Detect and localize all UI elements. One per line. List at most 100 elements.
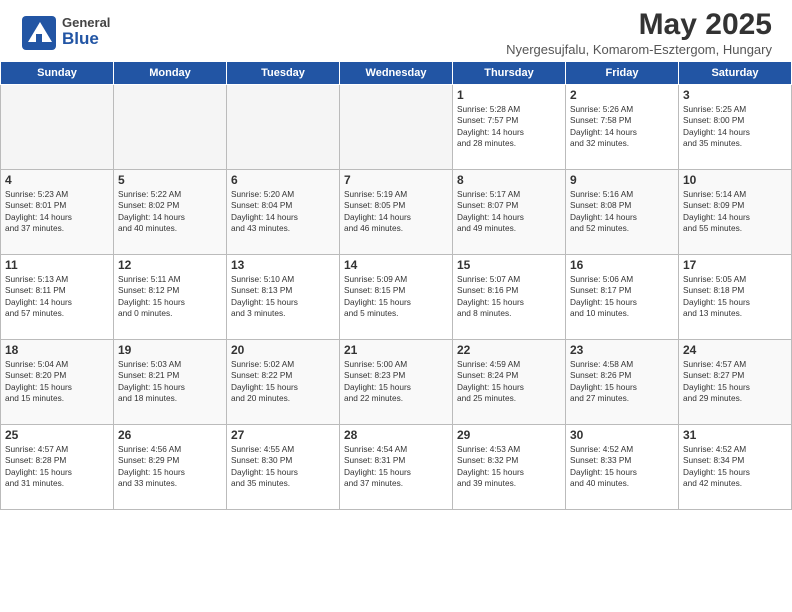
day-cell: 23Sunrise: 4:58 AM Sunset: 8:26 PM Dayli… [566, 340, 679, 425]
header: General Blue May 2025 Nyergesujfalu, Kom… [0, 0, 792, 61]
day-info: Sunrise: 4:52 AM Sunset: 8:34 PM Dayligh… [683, 444, 787, 490]
day-number: 8 [457, 173, 561, 187]
day-number: 23 [570, 343, 674, 357]
day-info: Sunrise: 4:53 AM Sunset: 8:32 PM Dayligh… [457, 444, 561, 490]
day-info: Sunrise: 5:05 AM Sunset: 8:18 PM Dayligh… [683, 274, 787, 320]
day-number: 16 [570, 258, 674, 272]
day-cell: 30 Sunrise: 4:52 AM Sunset: 8:33 PM Dayli… [566, 425, 679, 510]
logo-blue: Blue [62, 30, 110, 49]
day-cell: 5Sunrise: 5:22 AM Sunset: 8:02 PM Daylig… [114, 170, 227, 255]
day-info: Sunrise: 5:10 AM Sunset: 8:13 PM Dayligh… [231, 274, 335, 320]
day-cell: 3 Sunrise: 5:25 AM Sunset: 8:00 PM Daylig… [679, 85, 792, 170]
day-info: Sunrise: 5:20 AM Sunset: 8:04 PM Dayligh… [231, 189, 335, 235]
day-info: Sunrise: 5:19 AM Sunset: 8:05 PM Dayligh… [344, 189, 448, 235]
day-info: Sunrise: 5:07 AM Sunset: 8:16 PM Dayligh… [457, 274, 561, 320]
day-number: 26 [118, 428, 222, 442]
logo-general: General [62, 16, 110, 30]
calendar-week-0: 1 Sunrise: 5:28 AM Sunset: 7:57 PM Daylig… [1, 85, 792, 170]
day-number: 22 [457, 343, 561, 357]
day-info: Sunrise: 4:57 AM Sunset: 8:27 PM Dayligh… [683, 359, 787, 405]
header-thursday: Thursday [453, 62, 566, 85]
day-cell: 29 Sunrise: 4:53 AM Sunset: 8:32 PM Dayli… [453, 425, 566, 510]
day-cell [1, 85, 114, 170]
header-saturday: Saturday [679, 62, 792, 85]
day-cell: 18 Sunrise: 5:04 AM Sunset: 8:20 PM Dayli… [1, 340, 114, 425]
day-number: 6 [231, 173, 335, 187]
title-section: May 2025 Nyergesujfalu, Komarom-Esztergo… [506, 8, 772, 57]
day-number: 14 [344, 258, 448, 272]
day-info: Sunrise: 5:25 AM Sunset: 8:00 PM Dayligh… [683, 104, 787, 150]
day-cell: 6 Sunrise: 5:20 AM Sunset: 8:04 PM Daylig… [227, 170, 340, 255]
day-info: Sunrise: 5:16 AM Sunset: 8:08 PM Dayligh… [570, 189, 674, 235]
day-number: 3 [683, 88, 787, 102]
header-sunday: Sunday [1, 62, 114, 85]
day-number: 1 [457, 88, 561, 102]
day-cell: 12Sunrise: 5:11 AM Sunset: 8:12 PM Dayli… [114, 255, 227, 340]
day-cell: 25Sunrise: 4:57 AM Sunset: 8:28 PM Dayli… [1, 425, 114, 510]
calendar-week-4: 25Sunrise: 4:57 AM Sunset: 8:28 PM Dayli… [1, 425, 792, 510]
day-cell: 8 Sunrise: 5:17 AM Sunset: 8:07 PM Daylig… [453, 170, 566, 255]
day-info: Sunrise: 5:13 AM Sunset: 8:11 PM Dayligh… [5, 274, 109, 320]
day-info: Sunrise: 5:14 AM Sunset: 8:09 PM Dayligh… [683, 189, 787, 235]
day-cell [340, 85, 453, 170]
day-number: 7 [344, 173, 448, 187]
day-info: Sunrise: 5:02 AM Sunset: 8:22 PM Dayligh… [231, 359, 335, 405]
day-number: 5 [118, 173, 222, 187]
day-info: Sunrise: 5:23 AM Sunset: 8:01 PM Dayligh… [5, 189, 109, 235]
day-cell: 4 Sunrise: 5:23 AM Sunset: 8:01 PM Daylig… [1, 170, 114, 255]
day-info: Sunrise: 5:00 AM Sunset: 8:23 PM Dayligh… [344, 359, 448, 405]
day-info: Sunrise: 5:11 AM Sunset: 8:12 PM Dayligh… [118, 274, 222, 320]
day-cell: 31 Sunrise: 4:52 AM Sunset: 8:34 PM Dayli… [679, 425, 792, 510]
day-info: Sunrise: 5:03 AM Sunset: 8:21 PM Dayligh… [118, 359, 222, 405]
day-number: 13 [231, 258, 335, 272]
day-cell: 28 Sunrise: 4:54 AM Sunset: 8:31 PM Dayli… [340, 425, 453, 510]
day-cell: 2 Sunrise: 5:26 AM Sunset: 7:58 PM Daylig… [566, 85, 679, 170]
calendar-week-1: 4 Sunrise: 5:23 AM Sunset: 8:01 PM Daylig… [1, 170, 792, 255]
day-cell: 19 Sunrise: 5:03 AM Sunset: 8:21 PM Dayli… [114, 340, 227, 425]
day-number: 19 [118, 343, 222, 357]
day-number: 31 [683, 428, 787, 442]
day-headers-row: Sunday Monday Tuesday Wednesday Thursday… [1, 62, 792, 85]
day-number: 2 [570, 88, 674, 102]
day-number: 28 [344, 428, 448, 442]
day-number: 4 [5, 173, 109, 187]
day-info: Sunrise: 5:09 AM Sunset: 8:15 PM Dayligh… [344, 274, 448, 320]
day-number: 20 [231, 343, 335, 357]
day-number: 17 [683, 258, 787, 272]
day-cell: 9Sunrise: 5:16 AM Sunset: 8:08 PM Daylig… [566, 170, 679, 255]
day-cell: 13 Sunrise: 5:10 AM Sunset: 8:13 PM Dayli… [227, 255, 340, 340]
day-info: Sunrise: 4:56 AM Sunset: 8:29 PM Dayligh… [118, 444, 222, 490]
day-cell: 22Sunrise: 4:59 AM Sunset: 8:24 PM Dayli… [453, 340, 566, 425]
day-number: 25 [5, 428, 109, 442]
header-wednesday: Wednesday [340, 62, 453, 85]
calendar-week-2: 11 Sunrise: 5:13 AM Sunset: 8:11 PM Dayli… [1, 255, 792, 340]
day-number: 29 [457, 428, 561, 442]
day-cell: 16Sunrise: 5:06 AM Sunset: 8:17 PM Dayli… [566, 255, 679, 340]
header-tuesday: Tuesday [227, 62, 340, 85]
day-info: Sunrise: 4:52 AM Sunset: 8:33 PM Dayligh… [570, 444, 674, 490]
day-number: 15 [457, 258, 561, 272]
calendar-table: Sunday Monday Tuesday Wednesday Thursday… [0, 61, 792, 510]
day-info: Sunrise: 5:26 AM Sunset: 7:58 PM Dayligh… [570, 104, 674, 150]
day-cell: 1 Sunrise: 5:28 AM Sunset: 7:57 PM Daylig… [453, 85, 566, 170]
day-info: Sunrise: 5:04 AM Sunset: 8:20 PM Dayligh… [5, 359, 109, 405]
day-cell: 21 Sunrise: 5:00 AM Sunset: 8:23 PM Dayli… [340, 340, 453, 425]
day-number: 30 [570, 428, 674, 442]
day-info: Sunrise: 5:17 AM Sunset: 8:07 PM Dayligh… [457, 189, 561, 235]
day-cell: 24 Sunrise: 4:57 AM Sunset: 8:27 PM Dayli… [679, 340, 792, 425]
day-cell: 14 Sunrise: 5:09 AM Sunset: 8:15 PM Dayli… [340, 255, 453, 340]
day-number: 10 [683, 173, 787, 187]
logo: General Blue [20, 14, 110, 52]
day-cell: 27Sunrise: 4:55 AM Sunset: 8:30 PM Dayli… [227, 425, 340, 510]
day-number: 18 [5, 343, 109, 357]
day-number: 11 [5, 258, 109, 272]
day-number: 21 [344, 343, 448, 357]
day-info: Sunrise: 4:54 AM Sunset: 8:31 PM Dayligh… [344, 444, 448, 490]
day-number: 24 [683, 343, 787, 357]
day-cell [227, 85, 340, 170]
calendar-week-3: 18 Sunrise: 5:04 AM Sunset: 8:20 PM Dayli… [1, 340, 792, 425]
day-cell: 26 Sunrise: 4:56 AM Sunset: 8:29 PM Dayli… [114, 425, 227, 510]
day-info: Sunrise: 5:28 AM Sunset: 7:57 PM Dayligh… [457, 104, 561, 150]
day-cell [114, 85, 227, 170]
logo-icon [20, 14, 58, 52]
